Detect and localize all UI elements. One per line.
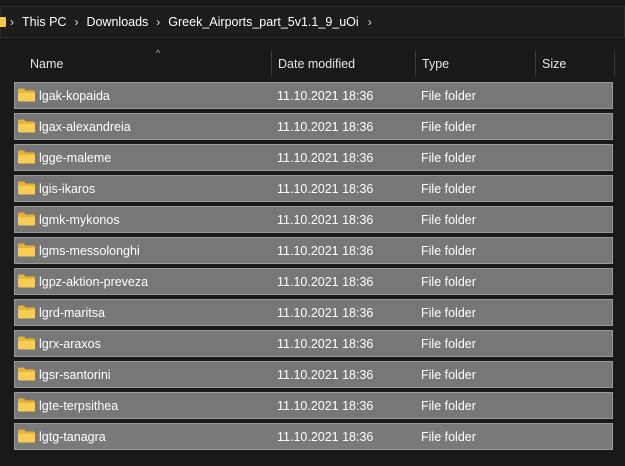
folder-icon xyxy=(18,398,35,412)
file-type: File folder xyxy=(421,89,476,103)
file-explorer-window: › This PC › Downloads › Greek_Airports_p… xyxy=(0,0,625,466)
folder-icon xyxy=(18,119,35,133)
date-modified: 11.10.2021 18:36 xyxy=(277,151,374,165)
address-bar[interactable]: › This PC › Downloads › Greek_Airports_p… xyxy=(0,6,625,38)
date-modified: 11.10.2021 18:36 xyxy=(277,430,374,444)
file-name: lgrx-araxos xyxy=(39,337,101,351)
column-header-size[interactable]: Size xyxy=(542,57,566,71)
folder-icon xyxy=(18,88,35,102)
file-name: lgpz-aktion-preveza xyxy=(39,275,149,289)
date-modified: 11.10.2021 18:36 xyxy=(277,368,374,382)
list-item[interactable]: lgge-maleme 11.10.2021 18:36 File folder xyxy=(14,144,613,171)
chevron-right-icon[interactable]: › xyxy=(153,15,163,29)
date-modified: 11.10.2021 18:36 xyxy=(277,275,374,289)
column-divider[interactable] xyxy=(535,51,536,76)
file-name: lgak-kopaida xyxy=(39,89,110,103)
file-type: File folder xyxy=(421,213,476,227)
list-item[interactable]: lgak-kopaida 11.10.2021 18:36 File folde… xyxy=(14,82,613,109)
folder-icon xyxy=(18,181,35,195)
list-item[interactable]: lgmk-mykonos 11.10.2021 18:36 File folde… xyxy=(14,206,613,233)
list-item[interactable]: lgtg-tanagra 11.10.2021 18:36 File folde… xyxy=(14,423,613,450)
file-name: lgms-messolonghi xyxy=(39,244,140,258)
file-type: File folder xyxy=(421,399,476,413)
file-name: lgtg-tanagra xyxy=(39,430,106,444)
list-item[interactable]: lgrd-maritsa 11.10.2021 18:36 File folde… xyxy=(14,299,613,326)
file-name: lgge-maleme xyxy=(39,151,112,165)
folder-icon xyxy=(18,274,35,288)
file-type: File folder xyxy=(421,151,476,165)
file-type: File folder xyxy=(421,275,476,289)
date-modified: 11.10.2021 18:36 xyxy=(277,89,374,103)
folder-icon xyxy=(18,243,35,257)
list-item[interactable]: lgrx-araxos 11.10.2021 18:36 File folder xyxy=(14,330,613,357)
list-item[interactable]: lgis-ikaros 11.10.2021 18:36 File folder xyxy=(14,175,613,202)
breadcrumb-item-this-pc[interactable]: This PC xyxy=(22,15,66,29)
list-item[interactable]: lgax-alexandreia 11.10.2021 18:36 File f… xyxy=(14,113,613,140)
file-list: lgak-kopaida 11.10.2021 18:36 File folde… xyxy=(14,82,613,454)
column-header-date-modified[interactable]: Date modified xyxy=(278,57,355,71)
list-item[interactable]: lgte-terpsithea 11.10.2021 18:36 File fo… xyxy=(14,392,613,419)
file-type: File folder xyxy=(421,244,476,258)
list-item[interactable]: lgms-messolonghi 11.10.2021 18:36 File f… xyxy=(14,237,613,264)
folder-icon xyxy=(18,336,35,350)
date-modified: 11.10.2021 18:36 xyxy=(277,120,374,134)
file-name: lgte-terpsithea xyxy=(39,399,119,413)
file-name: lgsr-santorini xyxy=(39,368,111,382)
sort-ascending-icon: ^ xyxy=(156,48,161,58)
date-modified: 11.10.2021 18:36 xyxy=(277,399,374,413)
column-header: ^ Name Date modified Type Size xyxy=(14,48,625,78)
date-modified: 11.10.2021 18:36 xyxy=(277,213,374,227)
file-name: lgrd-maritsa xyxy=(39,306,105,320)
file-type: File folder xyxy=(421,430,476,444)
date-modified: 11.10.2021 18:36 xyxy=(277,337,374,351)
file-type: File folder xyxy=(421,182,476,196)
column-header-name[interactable]: Name xyxy=(30,57,63,71)
folder-icon xyxy=(18,212,35,226)
breadcrumb-item-current-folder[interactable]: Greek_Airports_part_5v1.1_9_uOi xyxy=(168,15,358,29)
folder-icon xyxy=(18,305,35,319)
date-modified: 11.10.2021 18:36 xyxy=(277,244,374,258)
list-item[interactable]: lgsr-santorini 11.10.2021 18:36 File fol… xyxy=(14,361,613,388)
folder-icon xyxy=(18,367,35,381)
chevron-right-icon[interactable]: › xyxy=(7,15,17,29)
file-type: File folder xyxy=(421,368,476,382)
chevron-right-icon[interactable]: › xyxy=(368,15,372,29)
breadcrumb-item-downloads[interactable]: Downloads xyxy=(86,15,148,29)
file-type: File folder xyxy=(421,306,476,320)
folder-icon xyxy=(18,150,35,164)
folder-icon xyxy=(18,429,35,443)
file-type: File folder xyxy=(421,337,476,351)
file-name: lgax-alexandreia xyxy=(39,120,131,134)
list-item[interactable]: lgpz-aktion-preveza 11.10.2021 18:36 Fil… xyxy=(14,268,613,295)
column-divider[interactable] xyxy=(271,51,272,76)
column-divider[interactable] xyxy=(415,51,416,76)
file-name: lgis-ikaros xyxy=(39,182,96,196)
file-type: File folder xyxy=(421,120,476,134)
column-divider[interactable] xyxy=(614,51,615,76)
chevron-right-icon[interactable]: › xyxy=(71,15,81,29)
folder-icon xyxy=(0,17,6,27)
date-modified: 11.10.2021 18:36 xyxy=(277,182,374,196)
file-name: lgmk-mykonos xyxy=(39,213,120,227)
column-header-type[interactable]: Type xyxy=(422,57,449,71)
date-modified: 11.10.2021 18:36 xyxy=(277,306,374,320)
